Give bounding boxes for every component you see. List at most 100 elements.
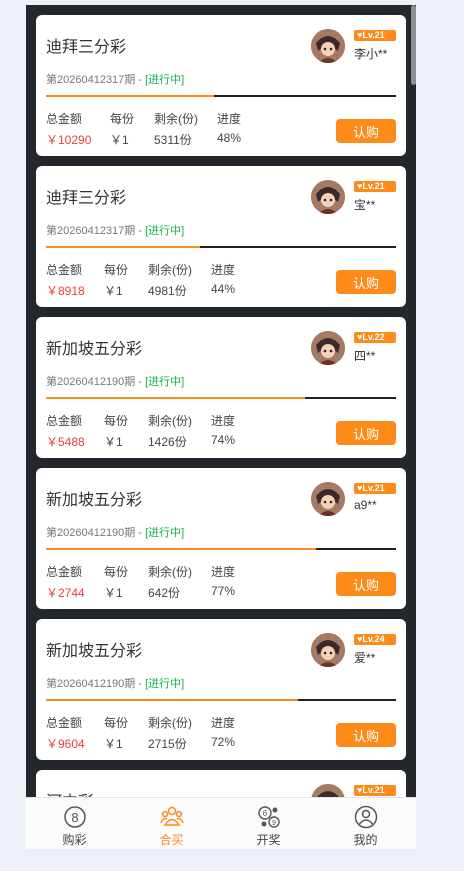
total-amount-label: 总金额	[46, 716, 83, 730]
progress-bar-fill	[46, 397, 305, 399]
username: 四**	[354, 349, 376, 363]
lottery-title: 迪拜三分彩	[46, 190, 127, 207]
status-label: [进行中]	[145, 527, 185, 539]
subscribe-button[interactable]: 认购	[336, 723, 396, 747]
period-number: 第20260412317期 -	[46, 225, 146, 237]
remaining-label: 剩余(份)	[148, 565, 192, 579]
remaining-label: 剩余(份)	[148, 414, 192, 428]
group-buy-card[interactable]: 迪拜三分彩 ♥Lv.21 李小** 第20260412317期 - [进行中] …	[36, 15, 406, 156]
per-share-value: ￥1	[104, 284, 123, 298]
username: 宝**	[354, 198, 376, 212]
tab-group-buy[interactable]: 合买	[123, 798, 220, 849]
user-level-badge: ♥Lv.24	[354, 634, 396, 645]
progress-bar-fill	[46, 246, 200, 248]
subscribe-button[interactable]: 认购	[336, 572, 396, 596]
lottery-title: 新加坡五分彩	[46, 492, 143, 509]
per-share-value: ￥1	[104, 435, 123, 449]
subscribe-button[interactable]: 认购	[336, 119, 396, 143]
lottery-title: 新加坡五分彩	[46, 341, 143, 358]
total-amount-value: ￥2744	[46, 586, 85, 600]
group-buy-icon	[160, 806, 184, 826]
total-amount-value: ￥10290	[46, 133, 92, 147]
scrollbar[interactable]	[411, 5, 416, 85]
user-avatar[interactable]	[311, 29, 345, 63]
progress-bar	[46, 246, 396, 248]
progress-bar-fill	[46, 95, 214, 97]
svg-text:9: 9	[272, 820, 276, 827]
user-level-badge: ♥Lv.21	[354, 181, 396, 192]
group-buy-card[interactable]: 新加坡五分彩 ♥Lv.24 爱** 第20260412190期 - [进行中] …	[36, 619, 406, 760]
status-label: [进行中]	[145, 376, 185, 388]
progress-bar	[46, 397, 396, 399]
period-line: 第20260412317期 - [进行中]	[46, 71, 184, 87]
user-avatar[interactable]	[311, 482, 345, 516]
group-buy-card[interactable]: 新加坡五分彩 ♥Lv.21 a9** 第20260412190期 - [进行中]…	[36, 468, 406, 609]
remaining-value: 2715份	[148, 737, 187, 751]
period-line: 第20260412317期 - [进行中]	[46, 222, 184, 238]
progress-value: 77%	[211, 584, 236, 598]
group-buy-card[interactable]: 新加坡五分彩 ♥Lv.22 四** 第20260412190期 - [进行中] …	[36, 317, 406, 458]
progress-value: 74%	[211, 433, 236, 447]
remaining-value: 1426份	[148, 435, 187, 449]
level-text: Lv.22	[362, 332, 385, 342]
tab-label: 购彩	[62, 833, 87, 847]
tab-label: 我的	[353, 833, 378, 847]
group-buy-card[interactable]: 迪拜三分彩 ♥Lv.21 宝** 第20260412317期 - [进行中] 总…	[36, 166, 406, 307]
username: a9**	[354, 498, 377, 512]
per-share-label: 每份	[104, 716, 129, 730]
status-label: [进行中]	[145, 678, 185, 690]
remaining-value: 5311份	[154, 133, 192, 147]
period-number: 第20260412190期 -	[46, 527, 146, 539]
tab-draw-results[interactable]: 69 开奖	[220, 798, 317, 849]
period-line: 第20260412190期 - [进行中]	[46, 524, 184, 540]
per-share-value: ￥1	[104, 737, 123, 751]
per-share-label: 每份	[104, 565, 129, 579]
total-amount-label: 总金额	[46, 112, 83, 126]
level-text: Lv.24	[362, 634, 385, 644]
per-share-value: ￥1	[110, 133, 129, 147]
subscribe-button[interactable]: 认购	[336, 421, 396, 445]
progress-label: 进度	[211, 716, 236, 730]
tab-profile[interactable]: 我的	[317, 798, 414, 849]
period-number: 第20260412317期 -	[46, 74, 146, 86]
total-amount-label: 总金额	[46, 263, 83, 277]
progress-label: 进度	[211, 414, 236, 428]
bottom-tab-bar: 8 购彩 合买 69 开奖 我的	[26, 797, 416, 849]
draw-results-icon: 69	[258, 806, 280, 828]
progress-label: 进度	[211, 565, 236, 579]
period-number: 第20260412190期 -	[46, 678, 146, 690]
user-avatar[interactable]	[311, 633, 345, 667]
user-avatar[interactable]	[311, 180, 345, 214]
period-line: 第20260412190期 - [进行中]	[46, 675, 184, 691]
user-level-badge: ♥Lv.21	[354, 785, 396, 796]
app-screen: 迪拜三分彩 ♥Lv.21 李小** 第20260412317期 - [进行中] …	[26, 5, 416, 849]
level-text: Lv.21	[362, 483, 385, 493]
total-amount-value: ￥9604	[46, 737, 85, 751]
period-number: 第20260412190期 -	[46, 376, 146, 388]
user-level-badge: ♥Lv.21	[354, 483, 396, 494]
username: 爱**	[354, 651, 376, 665]
per-share-value: ￥1	[104, 586, 123, 600]
total-amount-value: ￥8918	[46, 284, 85, 298]
progress-bar	[46, 699, 396, 701]
total-amount-label: 总金额	[46, 414, 83, 428]
remaining-label: 剩余(份)	[154, 112, 198, 126]
remaining-label: 剩余(份)	[148, 716, 192, 730]
progress-bar	[46, 548, 396, 550]
tab-lottery[interactable]: 8 购彩	[26, 798, 123, 849]
user-avatar[interactable]	[311, 331, 345, 365]
level-text: Lv.21	[362, 785, 385, 795]
username: 李小**	[354, 47, 388, 61]
per-share-label: 每份	[104, 263, 129, 277]
subscribe-button[interactable]: 认购	[336, 270, 396, 294]
tab-label: 开奖	[256, 833, 281, 847]
lottery-title: 新加坡五分彩	[46, 643, 143, 660]
progress-value: 72%	[211, 735, 236, 749]
total-amount-label: 总金额	[46, 565, 83, 579]
remaining-label: 剩余(份)	[148, 263, 192, 277]
progress-bar	[46, 95, 396, 97]
level-text: Lv.21	[362, 30, 385, 40]
lottery-ball-icon: 8	[64, 806, 86, 828]
progress-value: 44%	[211, 282, 236, 296]
period-line: 第20260412190期 - [进行中]	[46, 373, 184, 389]
